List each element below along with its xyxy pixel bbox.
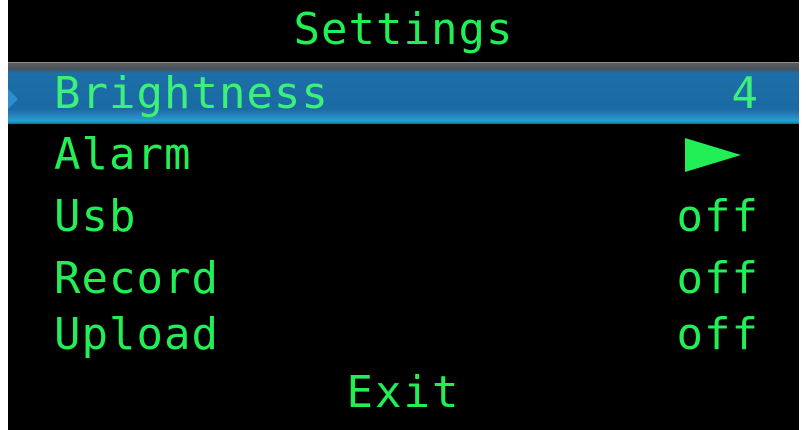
menu-item-label: Brightness <box>54 68 329 119</box>
menu-item-label: Usb <box>54 191 137 242</box>
settings-screen: Settings Brightness 4 Alarm Usb off Reco… <box>8 0 799 430</box>
menu-item-upload[interactable]: Upload off <box>8 304 799 366</box>
menu-item-exit[interactable]: Exit <box>8 362 799 424</box>
brightness-value: 4 <box>731 68 759 119</box>
menu-item-alarm[interactable]: Alarm <box>8 124 799 186</box>
menu-item-label: Record <box>54 253 219 304</box>
menu-item-brightness[interactable]: Brightness 4 <box>8 62 799 124</box>
exit-button: Exit <box>346 367 461 418</box>
screen-title: Settings <box>293 4 514 55</box>
menu-item-record[interactable]: Record off <box>8 248 799 310</box>
upload-value: off <box>676 309 759 360</box>
menu-item-label: Alarm <box>54 129 192 180</box>
usb-value: off <box>676 191 759 242</box>
play-arrow-icon[interactable] <box>685 138 741 172</box>
selection-indicator-icon <box>8 89 18 109</box>
record-value: off <box>676 253 759 304</box>
menu-item-label: Upload <box>54 309 219 360</box>
menu-item-usb[interactable]: Usb off <box>8 186 799 248</box>
